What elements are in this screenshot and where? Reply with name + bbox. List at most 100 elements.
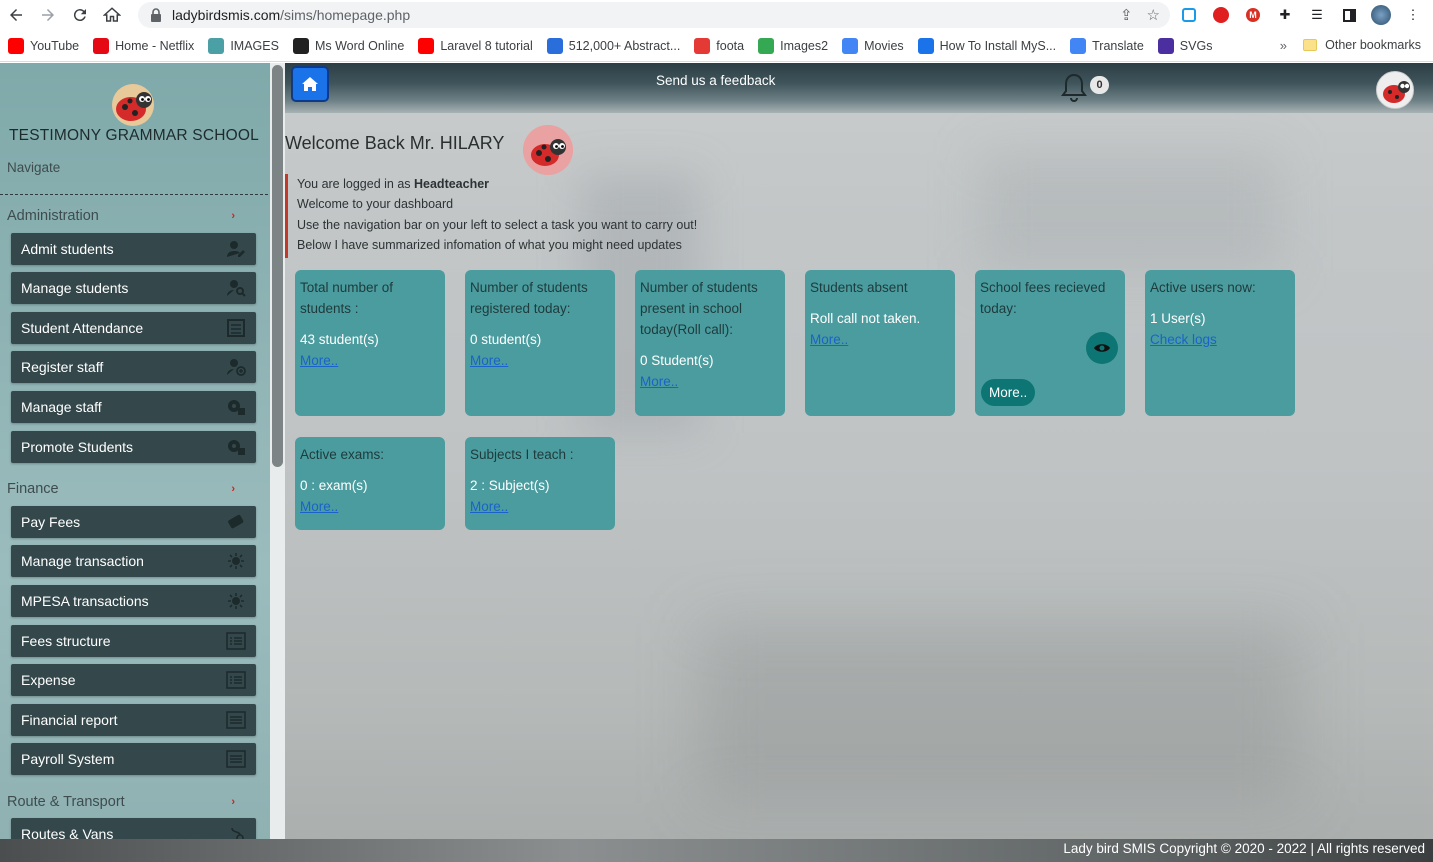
bell-icon[interactable]	[1061, 73, 1087, 103]
menu-kebab-icon[interactable]: ⋮	[1402, 4, 1424, 26]
section-finance[interactable]: Finance ›	[7, 481, 235, 497]
sidebar-item-financial-report[interactable]: Financial report	[11, 704, 256, 736]
sidepanel-icon[interactable]	[1338, 4, 1360, 26]
avatar[interactable]	[1376, 71, 1414, 109]
card-value: 0 : exam(s)	[300, 478, 368, 493]
sidebar-item-label: Student Attendance	[21, 320, 144, 336]
sidebar-item-label: Manage transaction	[21, 553, 144, 569]
card-fees-received: School fees recieved today: More..	[975, 270, 1125, 416]
sidebar-item-manage-students[interactable]: Manage students	[11, 272, 256, 304]
bookmark-label: 512,000+ Abstract...	[568, 38, 681, 53]
translate-icon	[1070, 37, 1087, 54]
address-bar[interactable]: ladybirdsmis.com/sims/homepage.php ⇪ ☆	[138, 2, 1170, 28]
sidebar-item-label: Admit students	[21, 241, 114, 257]
gear-icon	[226, 438, 246, 456]
section-route-transport[interactable]: Route & Transport ›	[7, 794, 235, 810]
sidebar-item-payroll-system[interactable]: Payroll System	[11, 743, 256, 775]
card-title: Subjects I teach :	[470, 447, 574, 462]
other-bookmarks[interactable]: Other bookmarks	[1303, 38, 1421, 52]
bookmark-item[interactable]: How To Install MyS...	[917, 37, 1056, 54]
bookmark-item[interactable]: Home - Netflix	[93, 37, 195, 54]
profile-icon[interactable]	[1370, 4, 1392, 26]
card-students-absent: Students absent Roll call not taken. Mor…	[805, 270, 955, 416]
card-value: 2 : Subject(s)	[470, 478, 550, 493]
sidebar-item-mpesa-transactions[interactable]: MPESA transactions	[11, 585, 256, 617]
home-button[interactable]	[293, 68, 327, 100]
wix-icon	[917, 37, 934, 54]
svgs-icon	[1157, 37, 1174, 54]
puzzle-icon[interactable]: ✚	[1274, 4, 1296, 26]
check-logs-link[interactable]: Check logs	[1150, 329, 1290, 350]
sidebar-item-register-staff[interactable]: Register staff	[11, 351, 256, 383]
section-administration[interactable]: Administration ›	[7, 208, 235, 224]
info-line: Use the navigation bar on your left to s…	[297, 217, 698, 232]
copyright-text: Lady bird SMIS Copyright © 2020 - 2022 |…	[1063, 841, 1425, 856]
gmail-extension-icon[interactable]: M	[1242, 4, 1264, 26]
sidebar-item-manage-transaction[interactable]: Manage transaction	[11, 545, 256, 577]
extension-icon[interactable]	[1178, 4, 1200, 26]
star-icon[interactable]: ☆	[1147, 6, 1160, 24]
sidebar-item-label: Payroll System	[21, 751, 115, 767]
more-link[interactable]: More..	[810, 329, 950, 350]
bookmark-item[interactable]: SVGs	[1157, 37, 1213, 54]
sidebar-item-manage-staff[interactable]: Manage staff	[11, 391, 256, 423]
sidebar-item-expense[interactable]: Expense	[11, 664, 256, 696]
bookmark-label: Home - Netflix	[115, 38, 195, 53]
sidebar-item-fees-structure[interactable]: Fees structure	[11, 625, 256, 657]
feedback-link[interactable]: Send us a feedback	[656, 73, 775, 88]
home-icon	[302, 77, 318, 91]
more-button[interactable]: More..	[981, 379, 1036, 406]
back-button[interactable]	[0, 0, 32, 30]
more-link[interactable]: More..	[300, 350, 440, 371]
gear-icon	[226, 398, 246, 416]
more-link[interactable]: More..	[300, 496, 440, 517]
welcome-info: You are logged in as Headteacher Welcome…	[285, 174, 745, 258]
sidebar-item-student-attendance[interactable]: Student Attendance	[11, 312, 256, 344]
more-link[interactable]: More..	[640, 371, 780, 392]
bookmark-item[interactable]: 512,000+ Abstract...	[546, 37, 681, 54]
bookmark-item[interactable]: YouTube	[8, 37, 79, 54]
pay-icon	[226, 513, 246, 531]
share-icon[interactable]: ⇪	[1120, 6, 1133, 24]
sidebar-item-pay-fees[interactable]: Pay Fees	[11, 506, 256, 538]
bookmarks-overflow-button[interactable]: »	[1280, 38, 1287, 53]
sidebar-item-promote-students[interactable]: Promote Students	[11, 431, 256, 463]
card-title: Number of students registered today:	[470, 280, 588, 316]
more-link[interactable]: More..	[470, 496, 610, 517]
forward-button[interactable]	[32, 0, 64, 30]
bookmark-label: SVGs	[1179, 38, 1213, 53]
card-active-exams: Active exams: 0 : exam(s) More..	[295, 437, 445, 530]
bookmark-item[interactable]: foota	[694, 37, 744, 54]
sidebar-item-label: Manage students	[21, 280, 129, 296]
chevron-right-icon: ›	[231, 483, 235, 495]
bookmark-item[interactable]: IMAGES	[208, 37, 279, 54]
home-browser-button[interactable]	[96, 0, 128, 30]
bookmark-label: Images2	[780, 38, 829, 53]
more-link[interactable]: More..	[470, 350, 610, 371]
reading-list-icon[interactable]: ☰	[1306, 4, 1328, 26]
logged-in-text: You are logged in as	[297, 177, 414, 191]
sidebar-item-admit-students[interactable]: Admit students	[11, 233, 256, 265]
folder-icon	[1303, 39, 1318, 51]
card-subjects-i-teach: Subjects I teach : 2 : Subject(s) More..	[465, 437, 615, 530]
bookmark-label: Laravel 8 tutorial	[440, 38, 533, 53]
show-amount-button[interactable]	[1086, 332, 1118, 364]
adblock-icon[interactable]	[1210, 4, 1232, 26]
bookmark-item[interactable]: Ms Word Online	[292, 37, 404, 54]
reload-button[interactable]	[64, 0, 96, 30]
user-role: Headteacher	[414, 177, 490, 191]
table-icon	[226, 632, 246, 650]
bookmark-item[interactable]: Translate	[1070, 37, 1144, 54]
bookmark-item[interactable]: Images2	[758, 37, 829, 54]
section-label: Administration	[7, 208, 99, 224]
sun-icon	[226, 592, 246, 610]
bookmarks-bar: YouTube Home - Netflix IMAGES Ms Word Onlin…	[0, 30, 1433, 62]
bookmark-item[interactable]: Laravel 8 tutorial	[418, 37, 533, 54]
bookmark-label: IMAGES	[230, 38, 279, 53]
card-registered-today: Number of students registered today: 0 s…	[465, 270, 615, 416]
browser-toolbar: ladybirdsmis.com/sims/homepage.php ⇪ ☆ M…	[0, 0, 1433, 30]
bookmark-item[interactable]: Movies	[842, 37, 904, 54]
url-text: ladybirdsmis.com/sims/homepage.php	[172, 7, 411, 23]
sidebar-scroll-thumb[interactable]	[272, 65, 283, 467]
px-icon	[758, 37, 775, 54]
